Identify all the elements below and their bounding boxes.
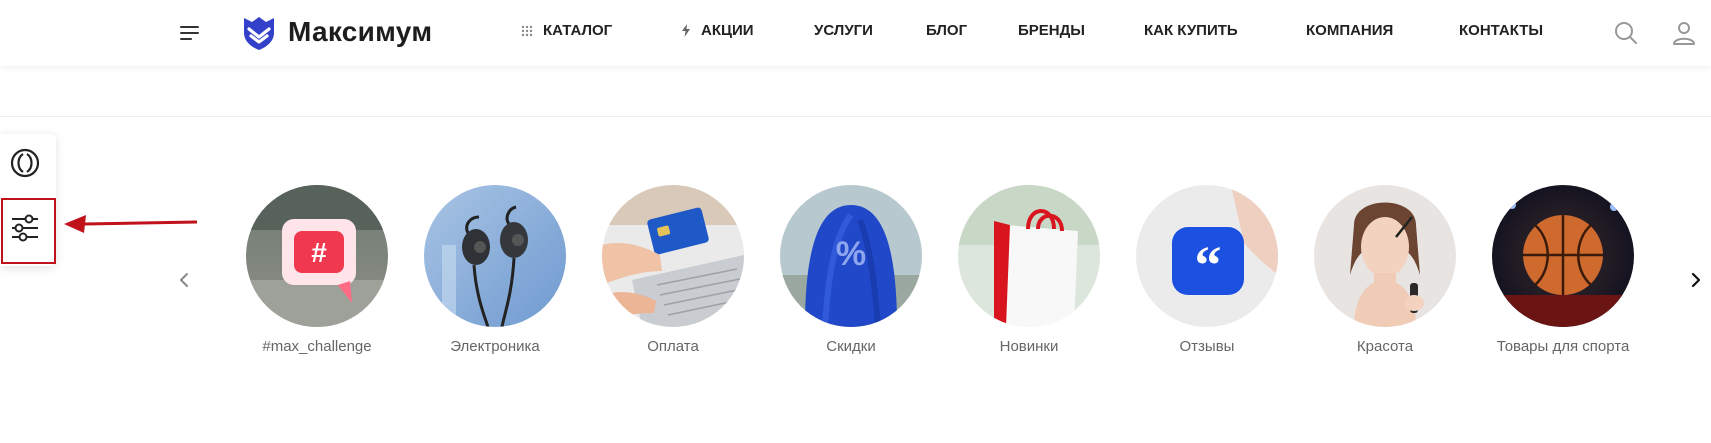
grid-dots-icon	[521, 25, 533, 37]
site-header: Максимум КАТАЛОГ АКЦИИ УСЛУГИ БЛОГ БРЕНД…	[0, 0, 1711, 66]
nav-services[interactable]: УСЛУГИ	[814, 22, 873, 39]
story-label: Электроника	[450, 338, 540, 355]
nav-how-to-buy[interactable]: КАК КУПИТЬ	[1144, 22, 1238, 39]
highlight-box	[1, 198, 56, 264]
divider	[0, 116, 1711, 117]
story-item[interactable]: # #max_challenge	[232, 185, 402, 359]
story-item[interactable]: Новинки	[944, 185, 1114, 359]
brand-name: Максимум	[288, 16, 433, 47]
story-label: Новинки	[999, 338, 1059, 355]
nav-catalog-label: КАТАЛОГ	[543, 22, 613, 39]
story-item[interactable]: Товары для спорта	[1478, 185, 1648, 359]
story-label: Красота	[1356, 338, 1414, 355]
story-label: Товары для спорта	[1496, 338, 1630, 355]
beauty-icon	[1314, 185, 1456, 327]
nav-promotions[interactable]: АКЦИИ	[681, 22, 754, 39]
quote-icon: “	[1136, 185, 1278, 327]
svg-text:#: #	[311, 237, 327, 268]
nav-brands-label: БРЕНДЫ	[1018, 22, 1085, 39]
logo[interactable]: Максимум	[240, 13, 432, 51]
nav-company-label: КОМПАНИЯ	[1306, 22, 1394, 39]
shopping-bag-icon	[958, 185, 1100, 327]
nav-blog-label: БЛОГ	[926, 22, 968, 39]
story-label: Отзывы	[1179, 338, 1235, 355]
logo-shield-icon	[244, 17, 274, 50]
nav-company[interactable]: КОМПАНИЯ	[1306, 22, 1393, 39]
chevron-left-icon[interactable]	[176, 268, 192, 292]
story-item[interactable]: % Скидки	[766, 185, 936, 359]
nav-how-to-buy-label: КАК КУПИТЬ	[1144, 22, 1238, 39]
nav-blog[interactable]: БЛОГ	[926, 22, 967, 39]
svg-text:“: “	[1195, 235, 1222, 295]
credit-card-icon	[602, 185, 744, 327]
nav-contacts[interactable]: КОНТАКТЫ	[1459, 22, 1543, 39]
chevron-right-icon[interactable]	[1688, 268, 1704, 292]
story-label: #max_challenge	[262, 338, 372, 355]
discount-percent-icon: %	[780, 185, 922, 327]
circles-icon[interactable]	[9, 147, 41, 179]
earphones-icon	[424, 185, 566, 327]
menu-icon[interactable]	[180, 26, 200, 40]
lightning-icon	[681, 24, 691, 37]
user-icon[interactable]	[1671, 20, 1697, 46]
nav-services-label: УСЛУГИ	[814, 22, 873, 39]
story-item[interactable]: Красота	[1300, 185, 1470, 359]
story-item[interactable]: Оплата	[588, 185, 758, 359]
story-item[interactable]: “ Отзывы	[1122, 185, 1292, 359]
nav-catalog[interactable]: КАТАЛОГ	[521, 22, 612, 39]
story-item[interactable]: Электроника	[410, 185, 580, 359]
nav-contacts-label: КОНТАКТЫ	[1459, 22, 1544, 39]
search-icon[interactable]	[1613, 20, 1639, 46]
story-label: Скидки	[826, 338, 876, 355]
hashtag-bubble-icon: #	[246, 185, 388, 327]
nav-promotions-label: АКЦИИ	[701, 22, 754, 39]
nav-brands[interactable]: БРЕНДЫ	[1018, 22, 1085, 39]
svg-text:%: %	[836, 235, 866, 273]
story-label: Оплата	[647, 338, 699, 355]
arrow-annotation-icon	[64, 215, 198, 233]
basketball-icon	[1492, 185, 1634, 327]
